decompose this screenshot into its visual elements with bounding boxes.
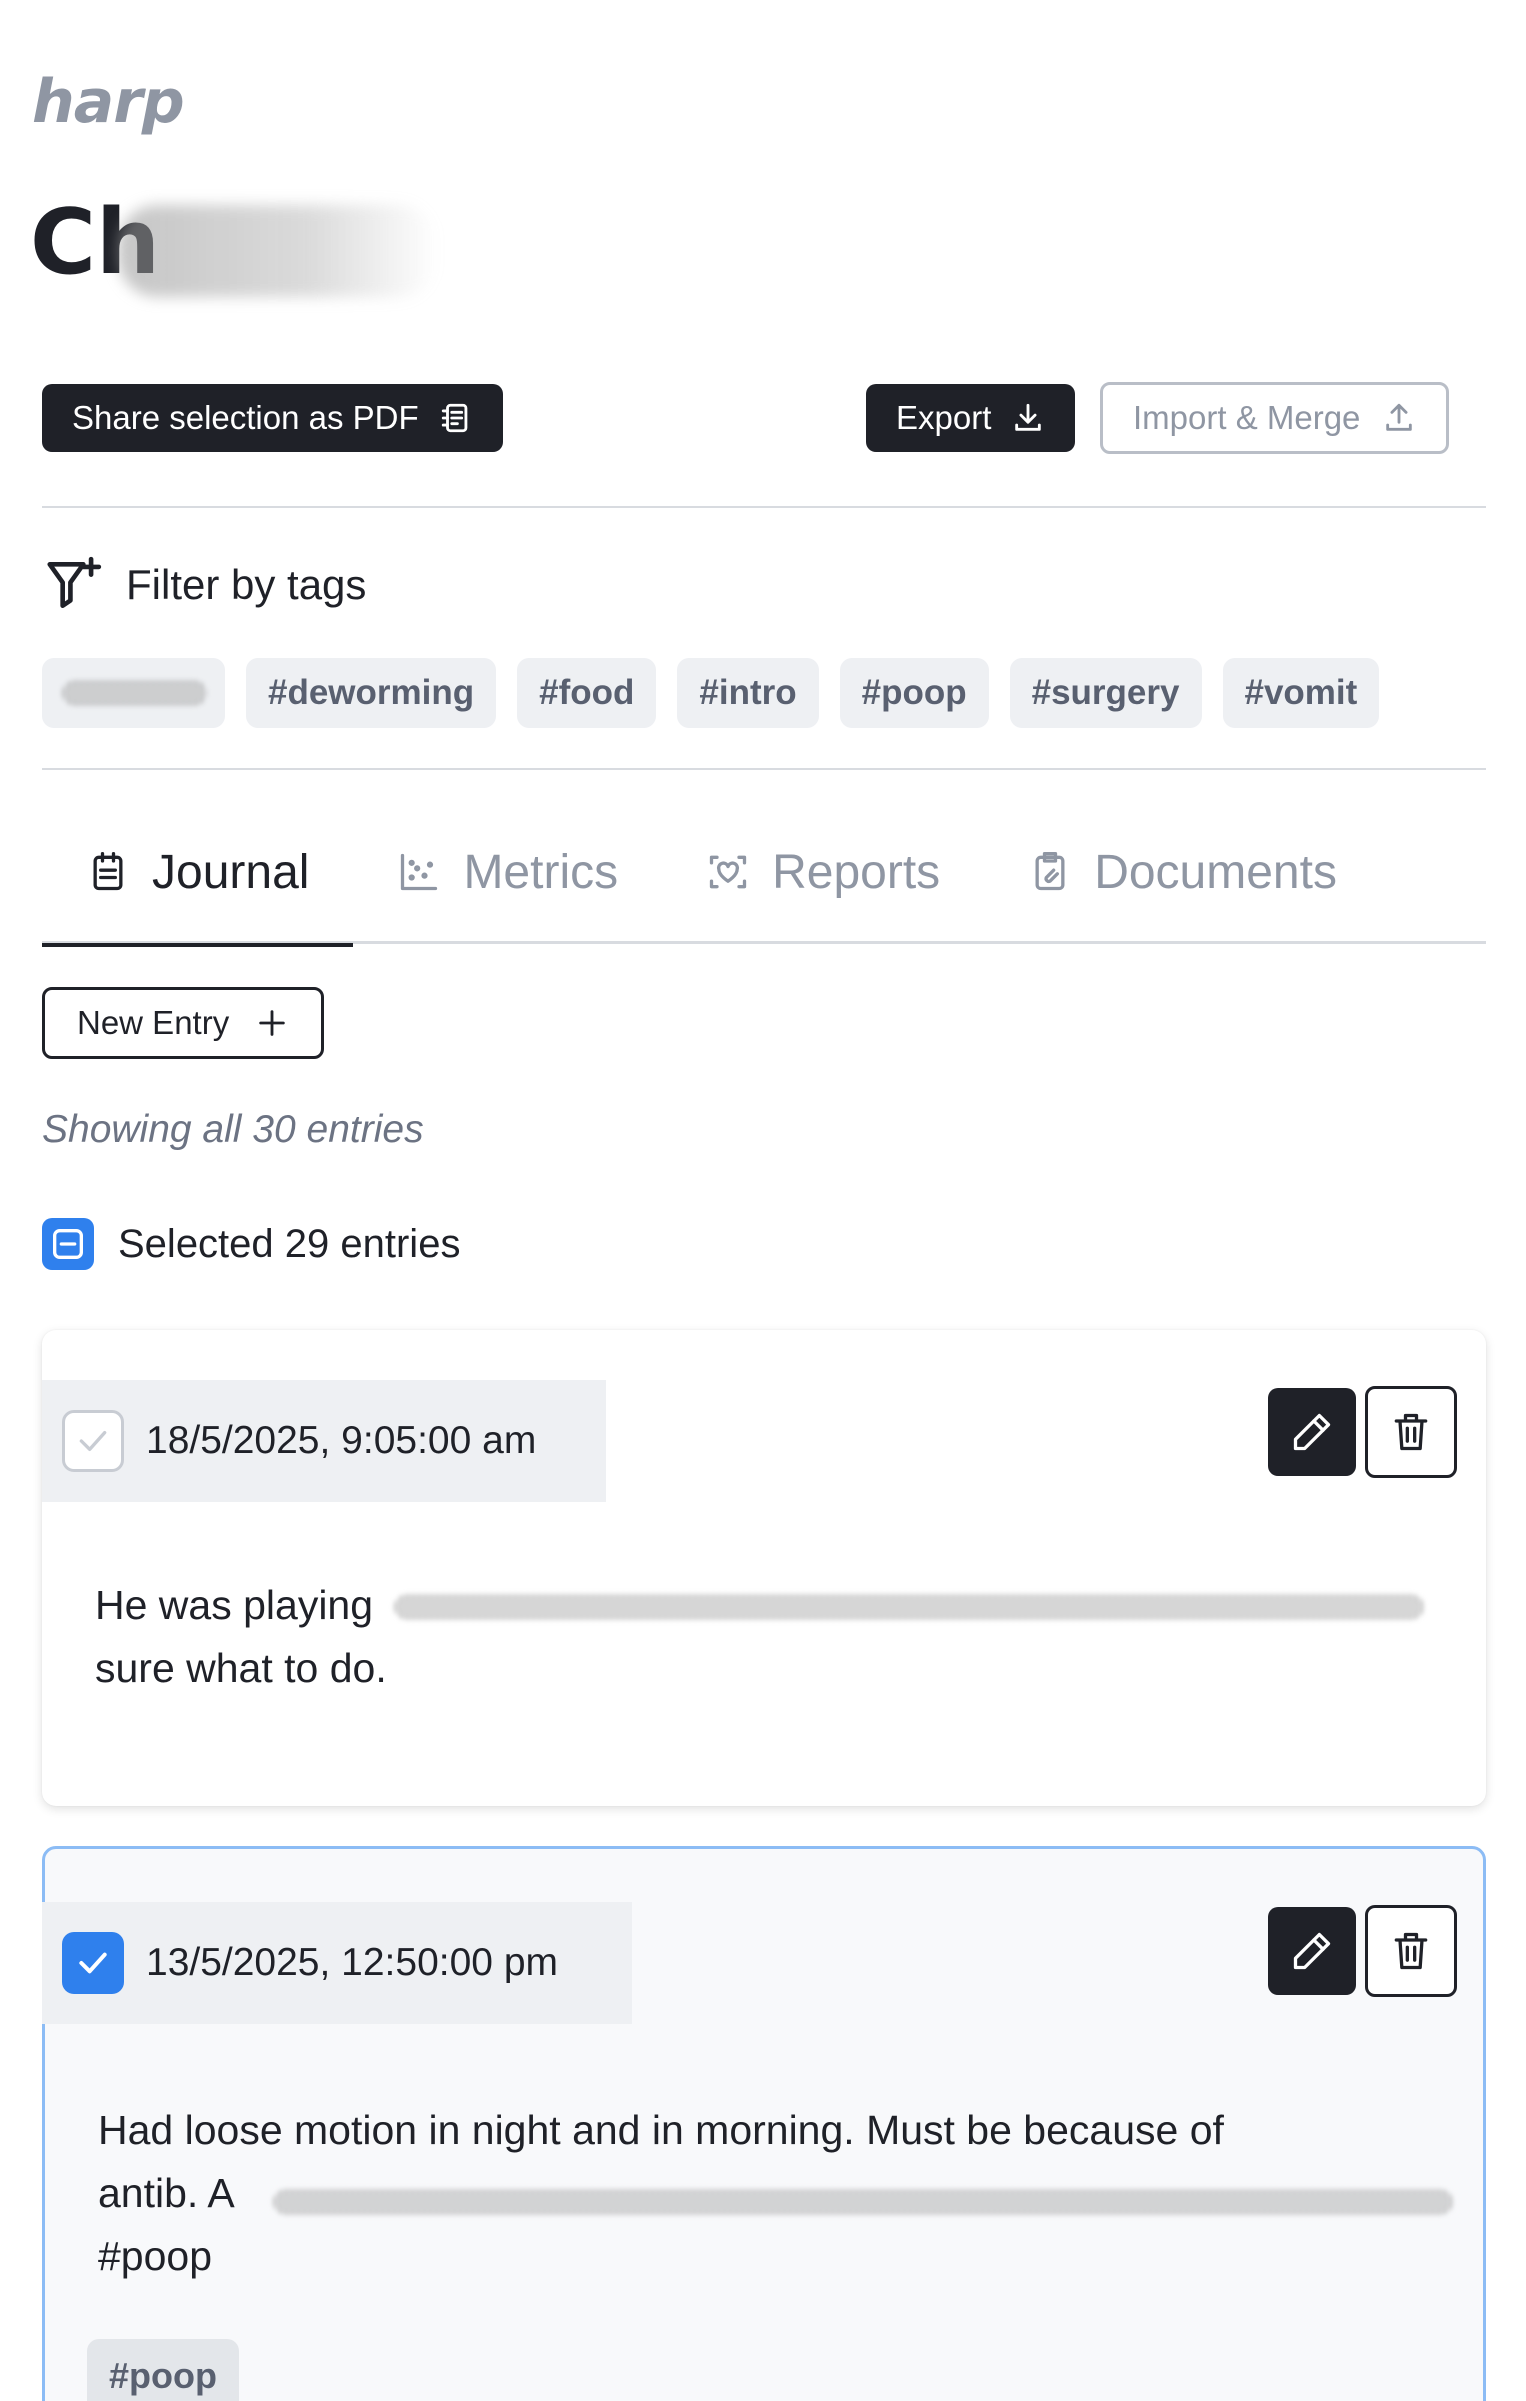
tag-redacted[interactable] xyxy=(42,658,225,728)
journal-entry-card: 18/5/2025, 9:05:00 am He was playing sur… xyxy=(42,1330,1486,1806)
export-label: Export xyxy=(896,399,992,436)
share-pdf-label: Share selection as PDF xyxy=(72,399,419,436)
share-pdf-button[interactable]: Share selection as PDF xyxy=(42,384,503,452)
redacted-text xyxy=(62,680,207,706)
entry-checkbox[interactable] xyxy=(62,1410,124,1472)
filter-label: Filter by tags xyxy=(126,561,367,608)
edit-button[interactable] xyxy=(1268,1388,1356,1476)
print-icon xyxy=(439,401,473,435)
redacted-text xyxy=(273,2189,1453,2215)
tab-journal-label: Journal xyxy=(152,845,310,899)
entry-timestamp: 13/5/2025, 12:50:00 pm xyxy=(146,1941,558,1984)
redacted-text xyxy=(394,1594,1424,1620)
entry-text-line: sure what to do. xyxy=(95,1645,387,1691)
filter-by-tags[interactable]: Filter by tags xyxy=(42,554,366,616)
clipboard-icon xyxy=(86,850,130,894)
scatter-chart-icon xyxy=(397,850,441,894)
tab-journal[interactable]: Journal xyxy=(42,800,354,947)
tab-reports-label: Reports xyxy=(772,845,941,899)
tag-chip[interactable]: #vomit xyxy=(1222,658,1380,728)
entry-header: 13/5/2025, 12:50:00 pm xyxy=(42,1902,632,2024)
tab-reports[interactable]: Reports xyxy=(662,800,984,944)
entry-text-line: #poop xyxy=(98,2233,213,2279)
redacted-name xyxy=(118,205,438,297)
divider xyxy=(42,768,1486,770)
tag-chip[interactable]: #deworming xyxy=(246,658,497,728)
heart-scan-icon xyxy=(706,850,750,894)
journal-entry-card-selected: 13/5/2025, 12:50:00 pm Had loose motion … xyxy=(42,1846,1486,2401)
import-merge-button[interactable]: Import & Merge xyxy=(1100,382,1450,454)
entry-tag-chip[interactable]: #poop xyxy=(87,2339,239,2401)
tag-list: #deworming #food #intro #poop #surgery #… xyxy=(42,658,1380,728)
entry-checkbox-checked[interactable] xyxy=(62,1932,124,1994)
selected-count-text: Selected 29 entries xyxy=(118,1221,461,1266)
select-all-row[interactable]: Selected 29 entries xyxy=(42,1218,460,1270)
edit-button[interactable] xyxy=(1268,1907,1356,1995)
tag-chip[interactable]: #surgery xyxy=(1009,658,1202,728)
clipboard-paperclip-icon xyxy=(1028,850,1072,894)
delete-button[interactable] xyxy=(1365,1386,1457,1478)
export-button[interactable]: Export xyxy=(866,384,1076,452)
upload-icon xyxy=(1382,401,1416,435)
tab-documents[interactable]: Documents xyxy=(984,800,1381,944)
app-logo: harp xyxy=(32,67,185,137)
tab-metrics-label: Metrics xyxy=(463,845,619,899)
divider xyxy=(42,506,1486,508)
entry-timestamp: 18/5/2025, 9:05:00 am xyxy=(146,1419,537,1462)
download-icon xyxy=(1011,401,1045,435)
tab-metrics[interactable]: Metrics xyxy=(353,800,662,944)
new-entry-label: New Entry xyxy=(77,1004,230,1041)
entry-text: He was playing sure what to do. xyxy=(95,1574,1455,1700)
entry-header: 18/5/2025, 9:05:00 am xyxy=(42,1380,606,1502)
delete-button[interactable] xyxy=(1365,1905,1457,1997)
filter-plus-icon xyxy=(42,554,104,616)
new-entry-button[interactable]: New Entry xyxy=(42,987,325,1059)
select-all-checkbox[interactable] xyxy=(42,1218,94,1270)
import-merge-label: Import & Merge xyxy=(1133,399,1361,436)
entries-count-text: Showing all 30 entries xyxy=(42,1108,424,1151)
tag-chip[interactable]: #intro xyxy=(677,658,819,728)
tab-documents-label: Documents xyxy=(1094,845,1337,899)
tab-bar: Journal Metrics Reports Documents xyxy=(42,800,1486,947)
entry-text-line: Had loose motion in night and in morning… xyxy=(98,2107,1224,2153)
tag-chip[interactable]: #food xyxy=(517,658,657,728)
plus-icon xyxy=(255,1006,289,1040)
tag-chip[interactable]: #poop xyxy=(839,658,989,728)
